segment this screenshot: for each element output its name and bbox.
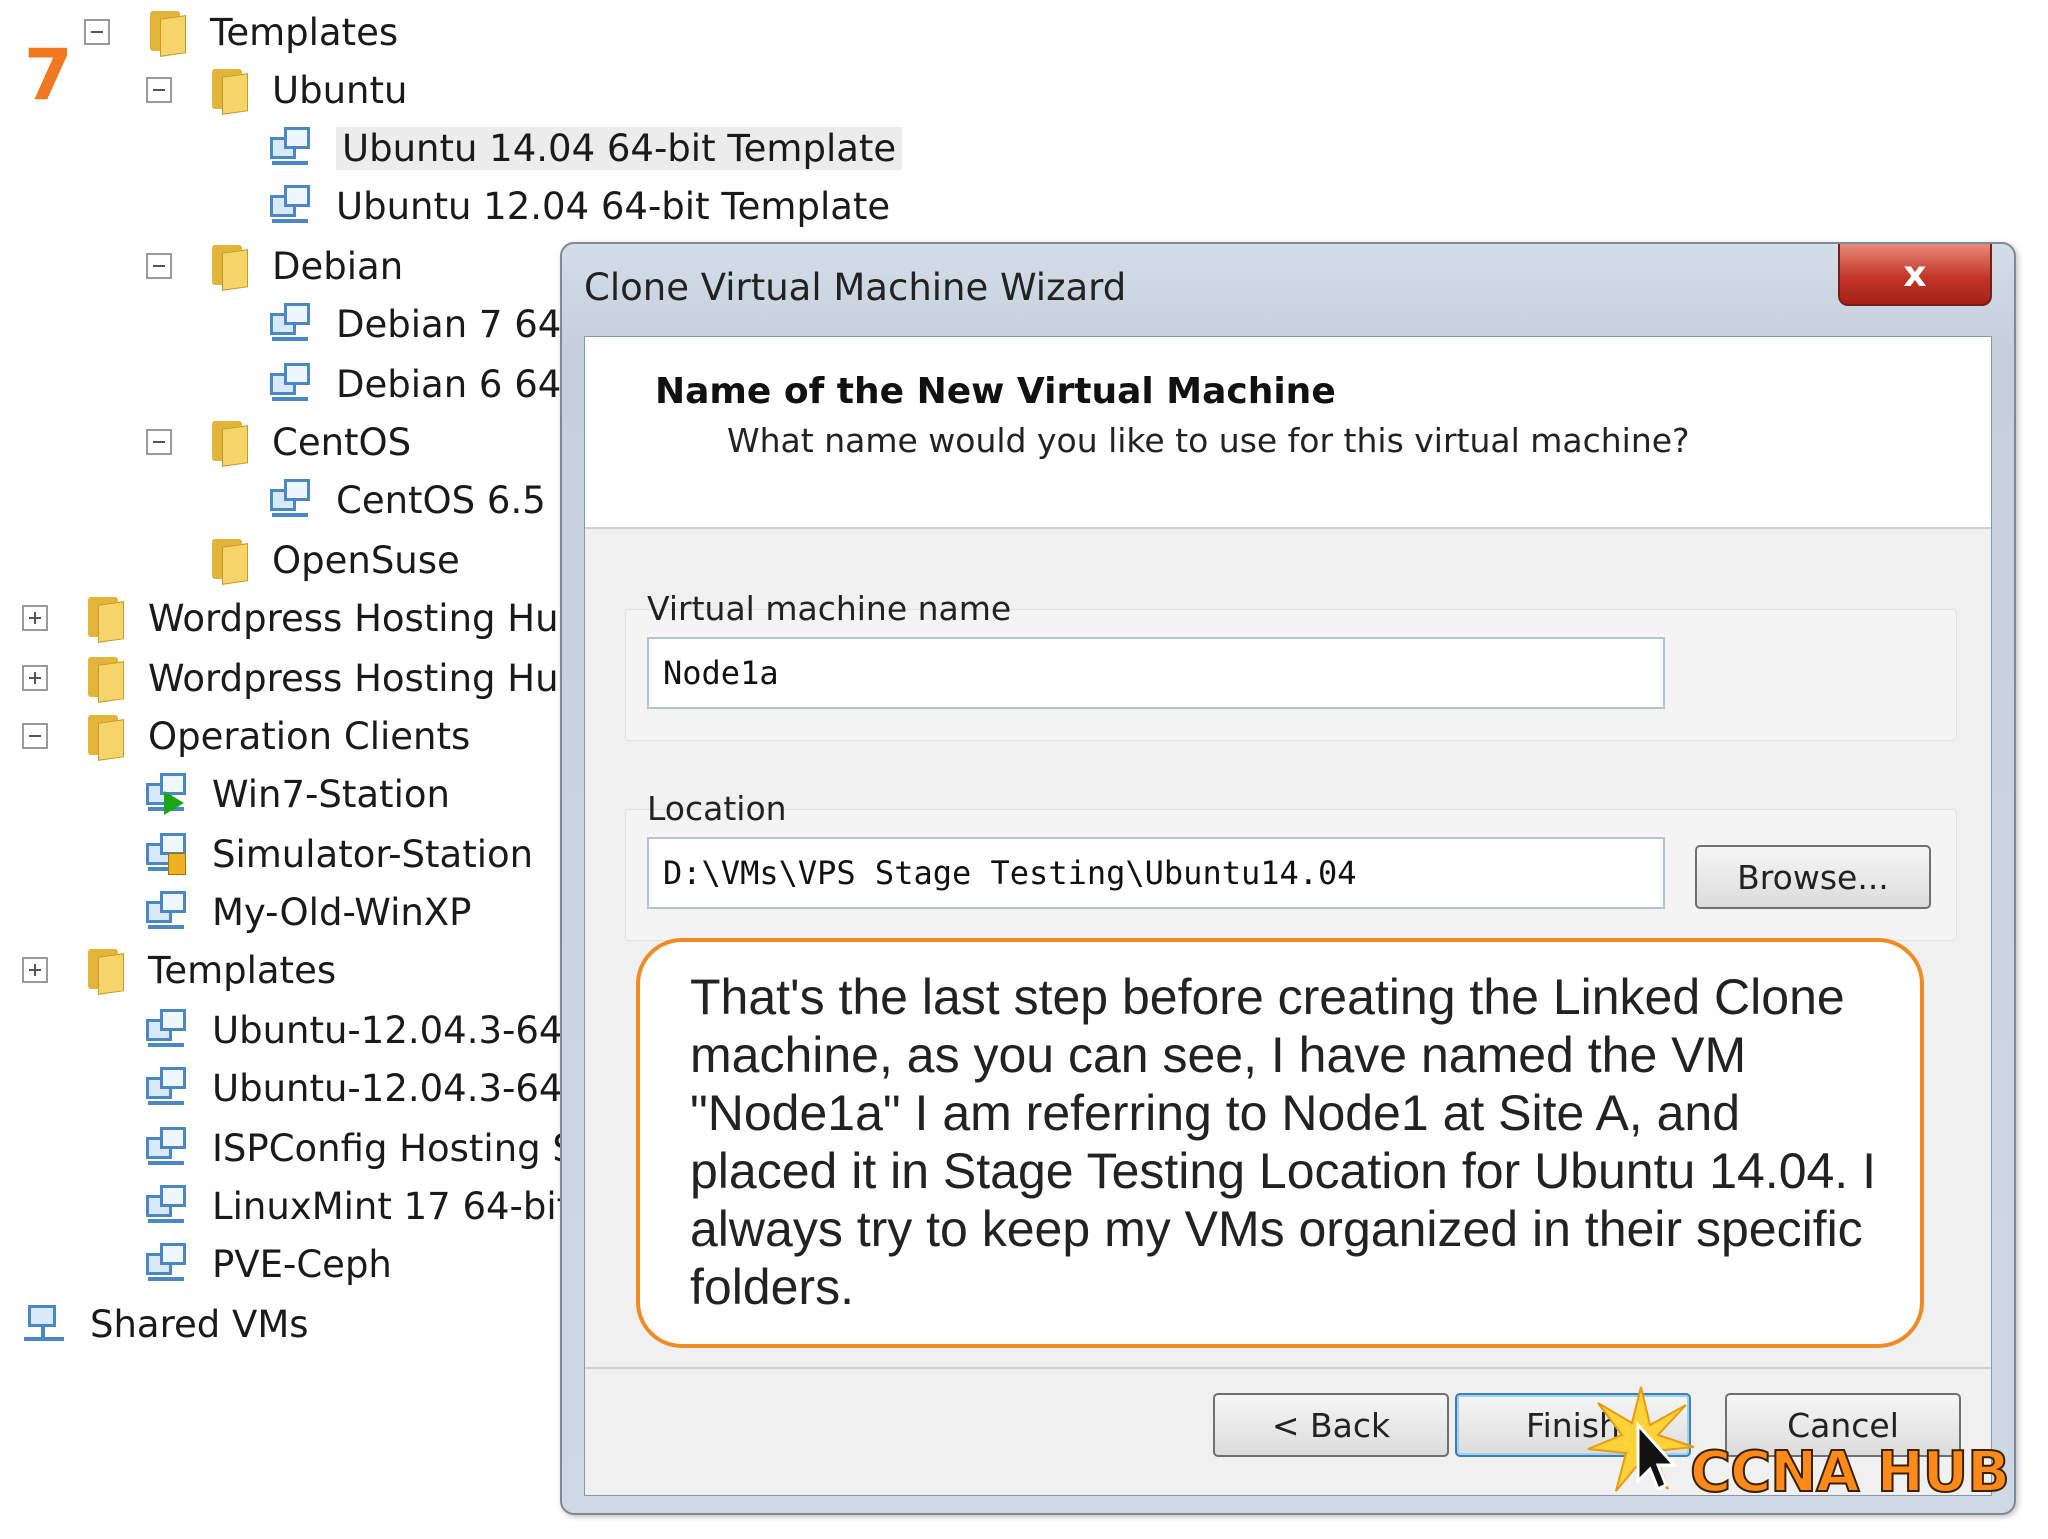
collapse-icon[interactable]: [146, 429, 172, 455]
tree-item-label: Debian 6 64-b: [336, 362, 599, 406]
tree-item-label: LinuxMint 17 64-bit: [212, 1184, 572, 1228]
browse-button[interactable]: Browse...: [1695, 845, 1931, 909]
vm-template-icon: [270, 185, 312, 227]
tree-item-label: OpenSuse: [272, 538, 460, 582]
tree-item[interactable]: CentOS 6.5 64: [270, 472, 605, 528]
vm-locked-icon: [146, 833, 188, 875]
tree-item-label: Simulator-Station: [212, 832, 534, 876]
tree-item-label: Debian 7 64-b: [336, 302, 599, 346]
tree-item[interactable]: Ubuntu 12.04 64-bit Template: [270, 178, 890, 234]
tree-item[interactable]: Operation Clients: [22, 708, 471, 764]
tree-item[interactable]: Templates: [84, 4, 399, 60]
vm-name-input[interactable]: [647, 637, 1665, 709]
expand-icon[interactable]: [22, 605, 48, 631]
folder-icon: [84, 947, 124, 995]
location-input[interactable]: [647, 837, 1665, 909]
expand-icon[interactable]: [22, 665, 48, 691]
folder-icon: [84, 713, 124, 761]
tree-item-label: Ubuntu 12.04 64-bit Template: [336, 184, 891, 228]
vm-template-icon: [146, 1185, 188, 1227]
tree-item[interactable]: Wordpress Hosting Hub: [22, 650, 583, 706]
callout-text: That's the last step before creating the…: [690, 969, 1876, 1315]
wizard-step-subtitle: What name would you like to use for this…: [727, 421, 1690, 460]
tree-item[interactable]: OpenSuse: [208, 532, 460, 588]
tree-item-label: Win7-Station: [212, 772, 450, 816]
folder-icon: [146, 9, 186, 57]
tree-item-label: Operation Clients: [148, 714, 471, 758]
tree-item-label: Ubuntu: [272, 68, 408, 112]
tree-item-label: CentOS: [272, 420, 412, 464]
tree-item[interactable]: Ubuntu 14.04 64-bit Template: [270, 120, 903, 176]
tree-item-label: Templates: [148, 948, 337, 992]
vm-template-icon: [270, 127, 312, 169]
tree-item[interactable]: Ubuntu: [146, 62, 408, 118]
tree-item[interactable]: Simulator-Station: [146, 826, 533, 882]
location-label: Location: [647, 789, 787, 828]
click-burst-icon: [1587, 1386, 1695, 1492]
shared-vms-icon: [24, 1303, 66, 1345]
tree-item-label: Debian: [272, 244, 404, 288]
watermark-logo: CCNA HUB: [1689, 1439, 2011, 1506]
tree-item-label: Wordpress Hosting Hub: [148, 656, 583, 700]
vm-running-icon: [146, 773, 188, 815]
vm-template-icon: [146, 1009, 188, 1051]
tree-item-label: Shared VMs: [90, 1302, 309, 1346]
tree-item-label: PVE-Ceph: [212, 1242, 392, 1286]
tree-item[interactable]: Debian 7 64-b: [270, 296, 598, 352]
vm-name-label: Virtual machine name: [647, 589, 1012, 628]
expand-icon[interactable]: [22, 957, 48, 983]
folder-icon: [84, 655, 124, 703]
collapse-icon[interactable]: [146, 77, 172, 103]
tree-item-label: Ubuntu 14.04 64-bit Template: [336, 126, 903, 170]
tree-item[interactable]: Win7-Station: [146, 766, 450, 822]
tree-item[interactable]: CentOS: [146, 414, 412, 470]
folder-icon: [208, 419, 248, 467]
wizard-header: Name of the New Virtual Machine What nam…: [585, 337, 1991, 529]
tree-item[interactable]: Wordpress Hosting Hub: [22, 590, 583, 646]
vm-template-icon: [270, 363, 312, 405]
dialog-title: Clone Virtual Machine Wizard: [584, 266, 1127, 309]
tree-item[interactable]: Templates: [22, 942, 337, 998]
step-number: 7: [24, 34, 73, 116]
tree-item[interactable]: PVE-Ceph: [146, 1236, 392, 1292]
folder-icon: [208, 537, 248, 585]
back-button[interactable]: < Back: [1213, 1393, 1449, 1457]
folder-icon: [208, 67, 248, 115]
collapse-icon[interactable]: [22, 723, 48, 749]
vm-template-icon: [146, 891, 188, 933]
vm-template-icon: [270, 303, 312, 345]
vm-template-icon: [146, 1243, 188, 1285]
vm-template-icon: [270, 479, 312, 521]
collapse-icon[interactable]: [146, 253, 172, 279]
vm-template-icon: [146, 1127, 188, 1169]
folder-icon: [84, 595, 124, 643]
collapse-icon[interactable]: [84, 19, 110, 45]
tree-item-label: Templates: [210, 10, 399, 54]
tree-item[interactable]: Debian 6 64-b: [270, 356, 598, 412]
close-button[interactable]: x: [1838, 244, 1992, 306]
wizard-step-title: Name of the New Virtual Machine: [655, 371, 1336, 412]
close-icon: x: [1903, 253, 1927, 295]
tree-item[interactable]: My-Old-WinXP: [146, 884, 471, 940]
tree-item[interactable]: LinuxMint 17 64-bit: [146, 1178, 571, 1234]
footer-divider: [585, 1367, 1991, 1369]
annotation-callout: That's the last step before creating the…: [636, 938, 1924, 1348]
tree-item[interactable]: Debian: [146, 238, 404, 294]
tree-item[interactable]: Shared VMs: [24, 1296, 309, 1352]
tree-item-label: Wordpress Hosting Hub: [148, 596, 583, 640]
vm-template-icon: [146, 1067, 188, 1109]
folder-icon: [208, 243, 248, 291]
tree-item-label: My-Old-WinXP: [212, 890, 472, 934]
